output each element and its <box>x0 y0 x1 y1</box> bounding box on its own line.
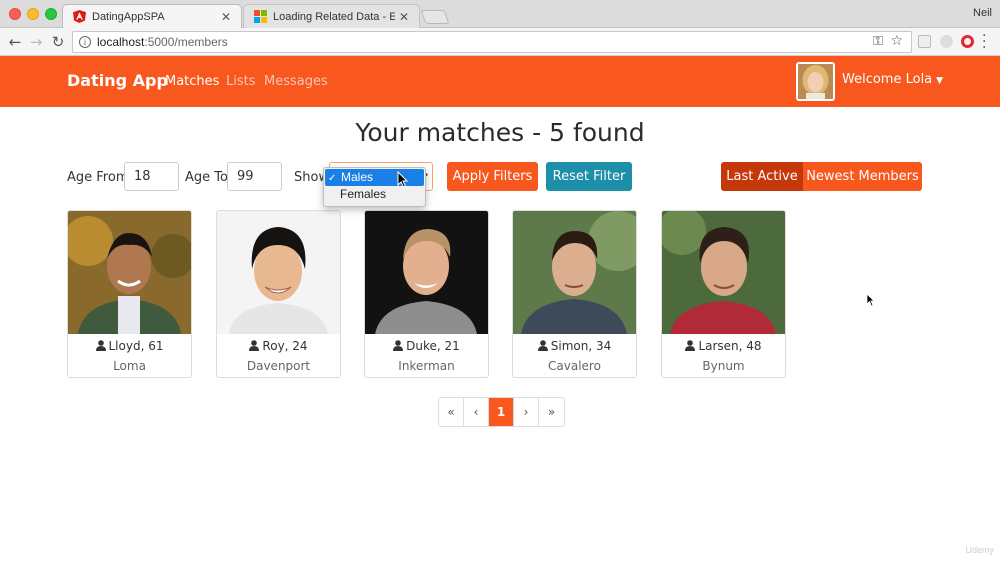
tab-title: Loading Related Data - EF Cor <box>273 10 395 23</box>
browser-toolbar: ← → ↻ i localhost:5000/members ⚿ ☆ · · · <box>0 28 1000 56</box>
member-name-age: Roy, 24 <box>217 339 340 353</box>
member-photo[interactable] <box>68 211 191 334</box>
address-bar[interactable]: i localhost:5000/members ⚿ ☆ <box>72 31 912 53</box>
page-last-button[interactable]: » <box>539 398 564 426</box>
age-to-input[interactable]: 99 <box>227 162 282 191</box>
key-icon[interactable]: ⚿ <box>873 34 883 49</box>
member-photo[interactable] <box>513 211 636 334</box>
user-icon <box>393 340 404 351</box>
member-name-age: Duke, 21 <box>365 339 488 353</box>
welcome-dropdown[interactable]: Welcome Lola ▼ <box>842 72 943 87</box>
caret-down-icon: ▼ <box>936 76 944 86</box>
apply-filters-button[interactable]: Apply Filters <box>447 162 538 191</box>
minimize-window-button[interactable] <box>27 8 39 20</box>
option-label: Females <box>340 187 387 201</box>
welcome-text: Welcome Lola <box>842 72 933 87</box>
page-1-button[interactable]: 1 <box>489 398 514 426</box>
browser-menu-icon[interactable]: · · · <box>982 29 986 55</box>
user-icon <box>537 340 548 351</box>
checkmark-icon: ✓ <box>328 173 337 184</box>
tab-title: DatingAppSPA <box>92 10 165 23</box>
member-name-age-text: Lloyd, 61 <box>108 339 164 353</box>
sort-newest-members-button[interactable]: Newest Members <box>803 162 922 191</box>
user-avatar[interactable] <box>796 62 835 101</box>
gender-option-males[interactable]: ✓ Males <box>325 169 424 186</box>
member-city: Cavalero <box>548 359 601 373</box>
user-icon <box>249 340 260 351</box>
mouse-pointer-icon <box>397 171 409 188</box>
gender-option-females[interactable]: Females <box>324 186 425 203</box>
angular-icon <box>73 10 86 23</box>
member-card-larsen[interactable]: Larsen, 48 Bynum <box>661 210 786 378</box>
age-from-label: Age From <box>67 170 129 185</box>
nav-link-matches[interactable]: Matches <box>165 74 219 89</box>
maximize-window-button[interactable] <box>45 8 57 20</box>
url-host: localhost <box>97 35 145 49</box>
browser-tab-ef-core[interactable]: Loading Related Data - EF Cor ✕ <box>243 4 420 28</box>
member-name-age: Simon, 34 <box>513 339 636 353</box>
close-window-button[interactable] <box>9 8 21 20</box>
extension-icon[interactable] <box>940 35 953 48</box>
url-path: :5000/members <box>144 35 228 49</box>
new-tab-button[interactable] <box>420 10 450 24</box>
microsoft-icon <box>254 10 267 23</box>
option-label: Males <box>341 170 374 184</box>
member-city: Loma <box>113 359 146 373</box>
app-navbar: Dating App Matches Lists Messages Welcom… <box>0 56 1000 107</box>
member-name-age: Larsen, 48 <box>662 339 785 353</box>
user-icon <box>95 340 106 351</box>
member-card-roy[interactable]: Roy, 24 Davenport <box>216 210 341 378</box>
member-name-age-text: Larsen, 48 <box>698 339 762 353</box>
page-next-button[interactable]: › <box>514 398 539 426</box>
member-photo[interactable] <box>365 211 488 334</box>
tab-close-icon[interactable]: ✕ <box>221 10 231 24</box>
url-text[interactable]: localhost:5000/members <box>97 35 228 49</box>
udemy-watermark: Udemy <box>965 545 994 555</box>
nav-link-lists[interactable]: Lists <box>226 74 256 89</box>
member-name-age: Lloyd, 61 <box>68 339 191 353</box>
extension-icon[interactable] <box>918 35 931 48</box>
mouse-pointer-icon <box>866 293 875 307</box>
info-icon[interactable]: i <box>79 36 91 48</box>
member-name-age-text: Duke, 21 <box>406 339 460 353</box>
tab-close-icon[interactable]: ✕ <box>399 10 409 24</box>
brand-logo[interactable]: Dating App <box>67 71 168 90</box>
age-to-label: Age To <box>185 170 228 185</box>
member-name-age-text: Roy, 24 <box>262 339 308 353</box>
member-card-lloyd[interactable]: Lloyd, 61 Loma <box>67 210 192 378</box>
browser-tab-datingappspa[interactable]: DatingAppSPA ✕ <box>62 4 242 28</box>
sort-button-group: Last Active Newest Members <box>721 162 922 191</box>
nav-link-messages[interactable]: Messages <box>264 74 328 89</box>
browser-user-name[interactable]: Neil <box>973 7 992 19</box>
user-icon <box>685 340 696 351</box>
opera-icon[interactable] <box>961 35 974 48</box>
member-city: Bynum <box>702 359 745 373</box>
member-city: Inkerman <box>398 359 455 373</box>
member-card-duke[interactable]: Duke, 21 Inkerman <box>364 210 489 378</box>
reset-filter-button[interactable]: Reset Filter <box>546 162 632 191</box>
gender-dropdown-menu: ✓ Males Females <box>323 167 426 207</box>
member-card-simon[interactable]: Simon, 34 Cavalero <box>512 210 637 378</box>
bookmark-star-icon[interactable]: ☆ <box>890 33 903 49</box>
back-arrow-icon[interactable]: ← <box>5 32 25 52</box>
browser-tabstrip: DatingAppSPA ✕ Loading Related Data - EF… <box>0 0 1000 28</box>
member-photo[interactable] <box>217 211 340 334</box>
page-title: Your matches - 5 found <box>355 118 645 147</box>
sort-last-active-button[interactable]: Last Active <box>721 162 803 191</box>
member-photo[interactable] <box>662 211 785 334</box>
avatar-photo <box>798 64 833 99</box>
age-from-input[interactable]: 18 <box>124 162 179 191</box>
member-name-age-text: Simon, 34 <box>550 339 612 353</box>
reload-icon[interactable]: ↻ <box>48 32 68 52</box>
pagination: « ‹ 1 › » <box>438 397 565 427</box>
forward-arrow-icon[interactable]: → <box>26 32 46 52</box>
member-city: Davenport <box>246 359 311 373</box>
page-prev-button[interactable]: ‹ <box>464 398 489 426</box>
page-first-button[interactable]: « <box>439 398 464 426</box>
